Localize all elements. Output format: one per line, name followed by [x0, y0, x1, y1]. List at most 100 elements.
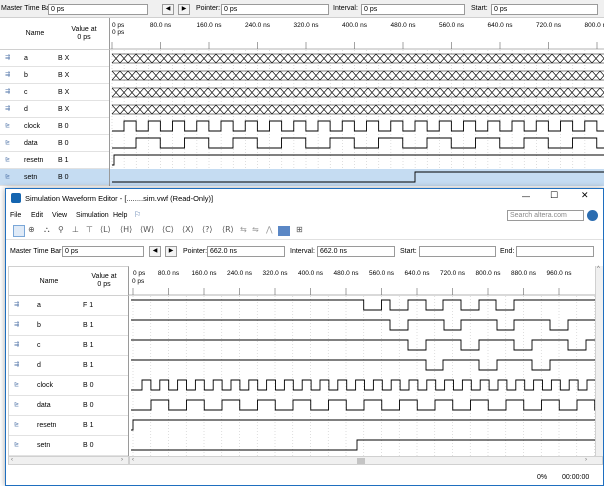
name-column-header[interactable]: Name — [20, 30, 50, 38]
waveform-horizontal-scrollbar[interactable]: ‹ › — [129, 456, 603, 465]
signal-row-resetn[interactable]: ⊵ resetn B 1 — [0, 152, 109, 169]
globe-icon[interactable] — [587, 210, 598, 221]
signal-row-a[interactable]: ⇶ a F 1 — [9, 296, 128, 316]
scroll-left-icon[interactable]: ‹ — [132, 457, 134, 463]
signal-row-resetn[interactable]: ⊵ resetn B 1 — [9, 416, 128, 436]
snap-icon[interactable]: ⇆ — [240, 225, 247, 234]
menu-file[interactable]: File — [10, 212, 21, 219]
low-value-icon[interactable]: ⟨L⟩ — [100, 225, 111, 234]
overwrite-clock-icon[interactable]: ⋀ — [266, 225, 273, 234]
bus-input-icon: ⇶ — [5, 53, 11, 61]
time-tick-label: 240.0 ns — [227, 270, 253, 277]
interval-field[interactable]: 662.0 ns — [317, 246, 395, 257]
scroll-up-icon[interactable]: ^ — [597, 266, 600, 272]
start-field[interactable]: 0 ps — [491, 4, 598, 15]
input-pin-icon: ⊵ — [5, 121, 11, 129]
signal-row-a[interactable]: ⇶ a B X — [0, 50, 109, 67]
signal-row-d[interactable]: ⇶ d B X — [0, 101, 109, 118]
end-label: End: — [500, 248, 515, 255]
signal-row-data[interactable]: ⊵ data B 0 — [9, 396, 128, 416]
signal-value: B X — [58, 71, 70, 79]
pointer-field[interactable]: 662.0 ns — [207, 246, 285, 257]
resetn-wave — [112, 154, 604, 166]
master-time-bar-field[interactable]: 0 ps — [62, 246, 144, 257]
dont-care-icon[interactable]: ⟨X⟩ — [182, 225, 194, 234]
node-finder-icon[interactable]: ⛬ — [44, 225, 50, 235]
maximize-button[interactable]: ☐ — [550, 191, 558, 201]
waveform-vertical-scrollbar[interactable]: ^ — [595, 266, 603, 456]
forcing-low-icon[interactable]: ⊥ — [72, 225, 79, 234]
close-button[interactable]: ✕ — [581, 191, 589, 201]
signal-value: B 1 — [83, 422, 94, 429]
signal-row-b[interactable]: ⇶ b B X — [0, 67, 109, 84]
status-bar: 0% 00:00:00 — [6, 469, 603, 485]
arbitrary-value-icon[interactable]: ⇋ — [252, 225, 259, 234]
minimize-button[interactable]: — — [522, 192, 530, 201]
signal-name: resetn — [24, 156, 44, 164]
random-value-icon[interactable]: ⟨R⟩ — [222, 225, 234, 234]
selection-tool-icon[interactable] — [13, 225, 25, 237]
bus-input-icon: ⇶ — [5, 104, 11, 112]
name-column-header[interactable]: Name — [29, 278, 69, 286]
signal-name: d — [24, 105, 28, 113]
resetn-wave — [131, 419, 595, 431]
signal-row-data[interactable]: ⊵ data B 0 — [0, 135, 109, 152]
signal-name: b — [24, 71, 28, 79]
signal-row-b[interactable]: ⇶ b B 1 — [9, 316, 128, 336]
signal-value: B 0 — [83, 402, 94, 409]
icon-toolbar: ⊕ ⛬ ⚲ ⊥ ⊤ ⟨L⟩ ⟨H⟩ ⟨W⟩ ⟨C⟩ ⟨X⟩ ⟨?⟩ ⟨R⟩ ⇆ … — [6, 223, 603, 240]
next-transition-button[interactable]: ▶ — [178, 4, 190, 15]
count-value-icon[interactable]: ⟨C⟩ — [162, 225, 174, 234]
menu-help[interactable]: Help — [113, 212, 127, 219]
front-waveform-area[interactable]: 0 ps0 ps 80.0 ns 160.0 ns 240.0 ns 320.0 ns 4… — [129, 266, 595, 456]
clock-wave — [112, 120, 604, 132]
name-panel-scrollbar[interactable]: ‹ › — [8, 456, 129, 465]
signal-row-clock[interactable]: ⊵ clock B 0 — [0, 118, 109, 135]
weak-value-icon[interactable]: ⟨W⟩ — [140, 225, 154, 234]
pointer-field[interactable]: 0 ps — [221, 4, 329, 15]
start-field[interactable] — [419, 246, 496, 257]
window-title: Simulation Waveform Editor - [........si… — [25, 194, 214, 203]
next-transition-button[interactable]: ▶ — [165, 246, 177, 257]
prev-transition-button[interactable]: ◀ — [149, 246, 161, 257]
high-value-icon[interactable]: ⟨H⟩ — [120, 225, 132, 234]
scroll-right-icon[interactable]: › — [585, 457, 587, 463]
value-column-header[interactable]: Value at 0 ps — [66, 26, 102, 42]
menu-view[interactable]: View — [52, 212, 67, 219]
end-field[interactable] — [516, 246, 594, 257]
search-input[interactable]: Search altera.com — [507, 210, 584, 221]
interval-field[interactable]: 0 ps — [361, 4, 465, 15]
signal-row-c[interactable]: ⇶ c B 1 — [9, 336, 128, 356]
signal-row-clock[interactable]: ⊵ clock B 0 — [9, 376, 128, 396]
scale-origin-label: 0 ps — [112, 29, 125, 36]
pointer-label: Pointer: — [196, 5, 221, 12]
menu-simulation[interactable]: Simulation — [76, 212, 109, 219]
scroll-thumb[interactable] — [357, 458, 365, 464]
menu-edit[interactable]: Edit — [31, 212, 43, 219]
run-functional-sim-icon[interactable] — [278, 226, 290, 236]
signal-value: B X — [58, 54, 70, 62]
prev-transition-button[interactable]: ◀ — [162, 4, 174, 15]
master-time-bar-field[interactable]: 0 ps — [48, 4, 148, 15]
signal-row-c[interactable]: ⇶ c B X — [0, 84, 109, 101]
signal-name: d — [37, 362, 41, 369]
run-timing-sim-icon[interactable]: ⊞ — [296, 225, 303, 234]
bus-undefined-wave-c — [111, 87, 604, 98]
signal-row-setn[interactable]: ⊵ setn B 0 — [0, 169, 109, 186]
insert-node-icon[interactable]: ⚲ — [58, 225, 64, 234]
scroll-left-icon[interactable]: ‹ — [11, 457, 13, 463]
master-time-bar-label: Master Time Bar: — [10, 248, 64, 255]
interval-label: Interval: — [290, 248, 315, 255]
invert-value-icon[interactable]: ⟨?⟩ — [202, 225, 213, 234]
signal-row-setn[interactable]: ⊵ setn B 0 — [9, 436, 128, 456]
forcing-high-icon[interactable]: ⊤ — [86, 225, 93, 234]
help-topic-icon[interactable]: ⚐ — [134, 210, 141, 219]
zoom-tool-icon[interactable]: ⊕ — [28, 225, 35, 234]
signal-row-d[interactable]: ⇶ d B 1 — [9, 356, 128, 376]
value-column-header[interactable]: Value at 0 ps — [84, 273, 124, 289]
bus-input-icon: ⇶ — [5, 87, 11, 95]
d-wave — [131, 359, 595, 371]
back-waveform-area[interactable]: 0 ps0 ps 80.0 ns 160.0 ns 240.0 ns 320.0 ns 4… — [110, 18, 604, 188]
scroll-right-icon[interactable]: › — [121, 457, 123, 463]
input-pin-icon: ⊵ — [5, 138, 11, 146]
